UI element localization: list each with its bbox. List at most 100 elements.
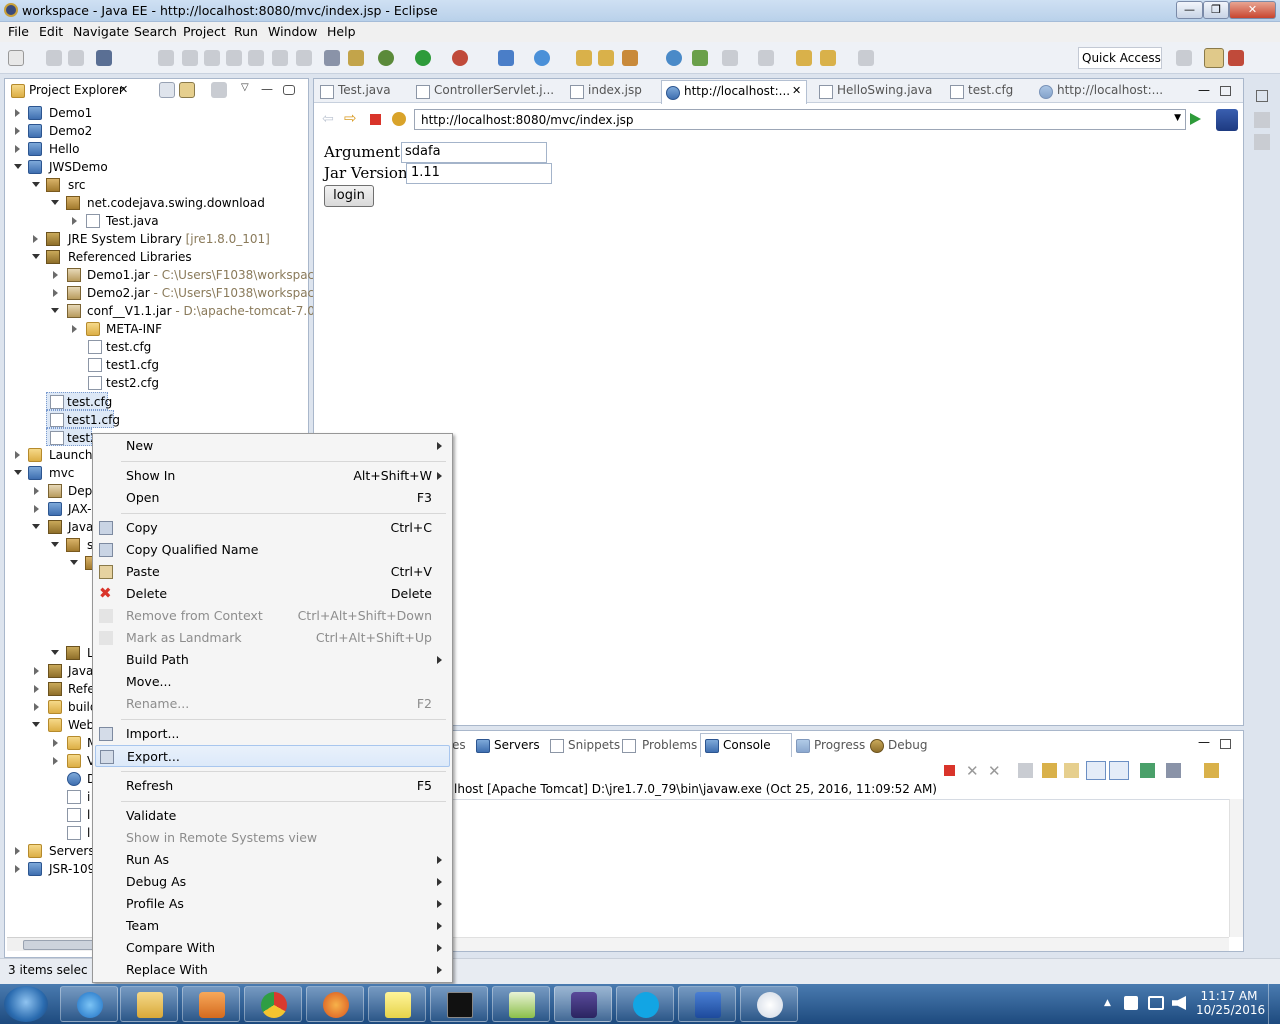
tree-item-test-cfg-selected[interactable]: test.cfg [46, 392, 112, 410]
tree-item-test2-cfg-selected[interactable]: test2 [46, 428, 98, 446]
remove-all-icon[interactable]: ✕ [988, 762, 1001, 780]
drop-frame-icon[interactable] [324, 50, 340, 66]
taskbar-ie[interactable] [60, 986, 118, 1022]
browser-refresh-icon[interactable] [392, 112, 406, 126]
menu-item-delete[interactable]: ✖ Delete Delete [93, 583, 452, 605]
open-type-icon[interactable] [576, 50, 592, 66]
menu-item-compare-with[interactable]: Compare With [93, 937, 452, 959]
suspend-icon[interactable] [182, 50, 198, 66]
previous-annotation-icon[interactable] [722, 50, 738, 66]
back-history-icon[interactable] [820, 50, 836, 66]
taskbar-explorer[interactable] [120, 986, 178, 1022]
show-stderr-icon[interactable] [1109, 761, 1129, 780]
action-center-icon[interactable] [1124, 996, 1138, 1010]
terminate-icon[interactable] [204, 50, 220, 66]
debug-perspective-icon[interactable] [1228, 50, 1244, 66]
taskbar-media[interactable] [182, 986, 240, 1022]
menu-item-new[interactable]: New [93, 435, 452, 457]
task-list-icon[interactable] [1254, 134, 1270, 150]
debug-icon[interactable] [378, 50, 394, 66]
menu-item-replace-with[interactable]: Replace With [93, 959, 452, 981]
show-desktop-button[interactable] [1268, 984, 1280, 1024]
forward-icon[interactable] [858, 50, 874, 66]
menu-edit[interactable]: Edit [39, 24, 63, 39]
tab-localhost-active[interactable]: http://localhost:... ✕ [661, 80, 807, 104]
minimize-editor-icon[interactable]: — [1198, 83, 1210, 97]
close-tab-icon[interactable]: ✕ [119, 83, 128, 96]
menu-project[interactable]: Project [183, 24, 226, 39]
menu-item-show-in[interactable]: Show In Alt+Shift+W [93, 465, 452, 487]
show-stdout-icon[interactable] [1086, 761, 1106, 780]
back-icon[interactable] [796, 50, 812, 66]
open-console-icon[interactable] [1204, 763, 1219, 778]
menu-file[interactable]: File [8, 24, 29, 39]
step-over-icon[interactable] [272, 50, 288, 66]
argument-input[interactable]: sdafa [401, 142, 547, 163]
run-icon[interactable] [415, 50, 431, 66]
menu-window[interactable]: Window [268, 24, 317, 39]
terminate-console-icon[interactable] [944, 765, 955, 776]
link-with-editor-icon[interactable] [179, 82, 195, 98]
display-console-icon[interactable] [1166, 763, 1181, 778]
tab-project-explorer[interactable]: Project Explorer ✕ [7, 80, 137, 102]
step-into-icon[interactable] [248, 50, 264, 66]
view-menu-icon[interactable]: ▽ [241, 82, 257, 98]
menu-item-move[interactable]: Move... [93, 671, 452, 693]
clear-console-icon[interactable] [1018, 763, 1033, 778]
tab-markers[interactable]: es [452, 735, 466, 757]
menu-item-debug-as[interactable]: Debug As [93, 871, 452, 893]
resume-icon[interactable] [158, 50, 174, 66]
maximize-console-icon[interactable] [1220, 739, 1231, 749]
menu-item-team[interactable]: Team [93, 915, 452, 937]
menu-item-refresh[interactable]: Refresh F5 [93, 775, 452, 797]
use-step-filters-icon[interactable] [348, 50, 364, 66]
taskbar-sticky-notes[interactable] [368, 986, 426, 1022]
next-annotation-icon[interactable] [692, 50, 708, 66]
search-icon[interactable] [622, 50, 638, 66]
clock[interactable]: 11:17 AM 10/25/2016 [1196, 989, 1265, 1017]
save-all-icon[interactable] [68, 50, 84, 66]
menu-item-export[interactable]: Export... [95, 745, 450, 767]
step-return-icon[interactable] [296, 50, 312, 66]
taskbar-skype[interactable] [616, 986, 674, 1022]
login-button[interactable]: login [324, 185, 374, 207]
external-tools-icon[interactable] [452, 50, 468, 66]
maximize-editor-icon[interactable] [1220, 86, 1231, 96]
browser-back-icon[interactable]: ⇦ [322, 112, 336, 126]
start-button[interactable] [4, 986, 48, 1022]
taskbar-firefox[interactable] [306, 986, 364, 1022]
browser-menu-icon[interactable] [1216, 109, 1238, 131]
menu-item-validate[interactable]: Validate [93, 805, 452, 827]
disconnect-icon[interactable] [226, 50, 242, 66]
browser-go-icon[interactable] [1190, 113, 1201, 125]
close-tab-icon[interactable]: ✕ [792, 84, 801, 97]
maximize-button[interactable]: ❐ [1203, 1, 1229, 19]
web-browser-icon[interactable] [666, 50, 682, 66]
new-server-icon[interactable] [498, 50, 514, 66]
restore-icon[interactable] [1256, 90, 1268, 102]
last-edit-icon[interactable] [758, 50, 774, 66]
menu-item-import[interactable]: Import... [93, 723, 452, 745]
new-icon[interactable] [8, 50, 24, 66]
java-ee-perspective-icon[interactable] [1204, 48, 1224, 68]
scroll-lock-icon[interactable] [1042, 763, 1057, 778]
show-hidden-icons[interactable]: ▲ [1104, 998, 1111, 1008]
new-class-icon[interactable] [534, 50, 550, 66]
close-button[interactable]: ✕ [1229, 1, 1276, 19]
save-icon[interactable] [46, 50, 62, 66]
browser-forward-icon[interactable]: ⇨ [344, 111, 360, 126]
taskbar-eclipse[interactable] [554, 986, 612, 1022]
collapse-all-icon[interactable] [159, 82, 175, 98]
open-task-icon[interactable] [598, 50, 614, 66]
taskbar-cmd[interactable] [430, 986, 488, 1022]
menu-item-profile-as[interactable]: Profile As [93, 893, 452, 915]
console-icon[interactable] [96, 50, 112, 66]
menu-navigate[interactable]: Navigate [73, 24, 129, 39]
tree-item-test1-cfg-selected[interactable]: test1.cfg [46, 410, 120, 428]
filter-icon[interactable] [211, 82, 227, 98]
menu-search[interactable]: Search [134, 24, 177, 39]
taskbar-snipping[interactable] [740, 986, 798, 1022]
outline-icon[interactable] [1254, 112, 1270, 128]
minimize-view-icon[interactable]: — [261, 82, 277, 98]
menu-item-copy-qualified-name[interactable]: Copy Qualified Name [93, 539, 452, 561]
